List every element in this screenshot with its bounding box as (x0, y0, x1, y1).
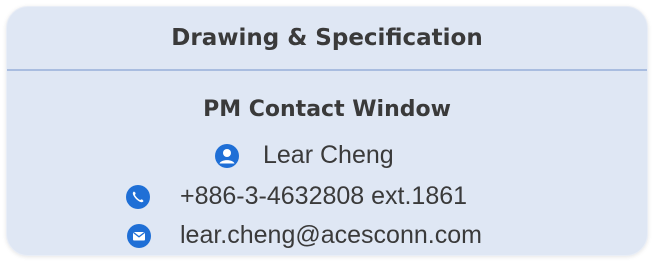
section-title: PM Contact Window (203, 97, 451, 122)
contact-phone-row: +886-3-4632808 ext.1861 (126, 182, 467, 211)
phone-icon (126, 184, 150, 209)
card-header: Drawing & Specification (7, 7, 647, 71)
contact-name-row: Lear Cheng (215, 141, 394, 170)
contact-card: Drawing & Specification PM Contact Windo… (6, 6, 648, 256)
contact-phone: +886-3-4632808 ext.1861 (180, 182, 468, 210)
contact-email-row: lear.cheng@acesconn.com (127, 221, 482, 250)
card-title: Drawing & Specification (171, 25, 483, 51)
contact-name: Lear Cheng (263, 141, 394, 169)
envelope-icon (127, 223, 151, 248)
user-icon (215, 143, 239, 168)
card-body: PM Contact Window Lear Cheng +886-3-4632… (7, 71, 647, 255)
contact-email[interactable]: lear.cheng@acesconn.com (180, 221, 482, 250)
